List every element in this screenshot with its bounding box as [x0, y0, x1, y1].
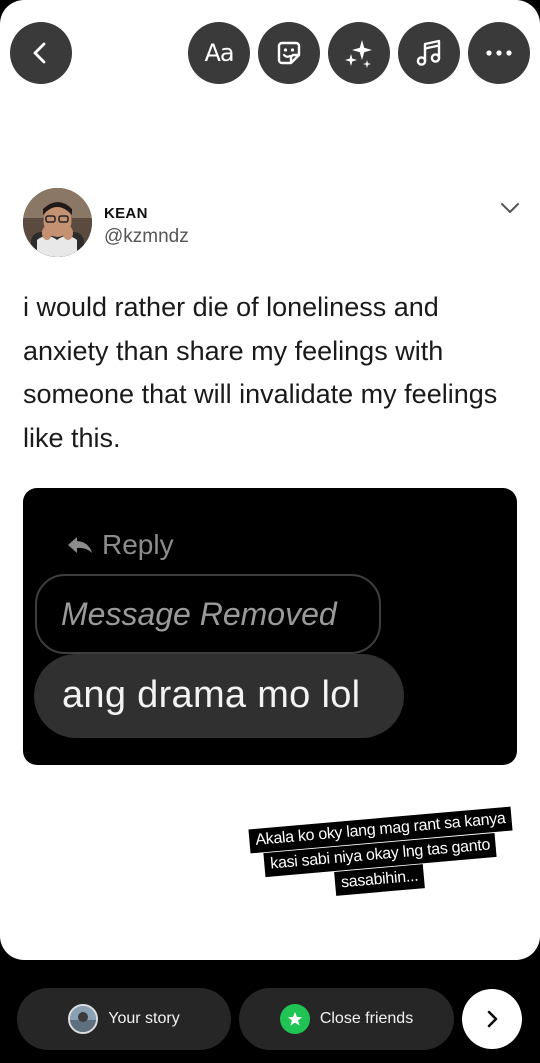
text-tool-label: Aa [204, 39, 234, 67]
story-canvas: Aa KEAN @kzmndz i would rather die of lo… [0, 0, 540, 960]
tweet-line: someone that will invalidate my feelings [23, 379, 498, 409]
music-button[interactable] [398, 22, 460, 84]
avatar [23, 188, 92, 257]
reply-label: Reply [102, 529, 174, 560]
your-story-button[interactable]: Your story [17, 988, 231, 1050]
tweet-media-screenshot: Reply Message Removed ang drama mo lol [23, 488, 517, 765]
text-tool-button[interactable]: Aa [188, 22, 250, 84]
back-button[interactable] [10, 22, 72, 84]
removed-message-label: Message Removed [61, 596, 337, 632]
chevron-down-icon[interactable] [500, 202, 520, 214]
next-button[interactable] [462, 989, 522, 1049]
sparkles-icon [345, 40, 372, 68]
tweet-header[interactable]: KEAN @kzmndz [23, 188, 523, 260]
chevron-right-icon [487, 1010, 498, 1028]
tweet-line: anxiety than share my feelings with [23, 335, 444, 366]
more-button[interactable] [468, 22, 530, 84]
message-text: ang drama mo lol [62, 674, 361, 716]
display-name: KEAN [104, 205, 148, 222]
close-friends-label: Close friends [319, 1010, 414, 1027]
reply-row: Reply [66, 529, 174, 561]
user-handle: @kzmndz [104, 226, 189, 247]
more-icon [486, 50, 512, 56]
sticker-button[interactable] [258, 22, 320, 84]
tweet-line: like this. [23, 422, 121, 453]
close-friends-button[interactable]: Close friends [239, 988, 454, 1050]
your-story-label: Your story [108, 1010, 180, 1027]
music-note-icon [416, 39, 441, 66]
back-icon [33, 42, 46, 64]
close-friends-badge [279, 1004, 310, 1034]
tweet-body: i would rather die of loneliness and anx… [23, 286, 523, 460]
effects-button[interactable] [328, 22, 390, 84]
sticker-icon [277, 41, 301, 65]
avatar [68, 1004, 99, 1034]
reply-arrow-icon [68, 537, 92, 553]
story-caption[interactable]: Akala ko oky lang mag rant sa kanya kasi… [230, 806, 530, 896]
tweet-line: i would rather die of loneliness and [23, 292, 439, 322]
star-icon [287, 1012, 303, 1026]
